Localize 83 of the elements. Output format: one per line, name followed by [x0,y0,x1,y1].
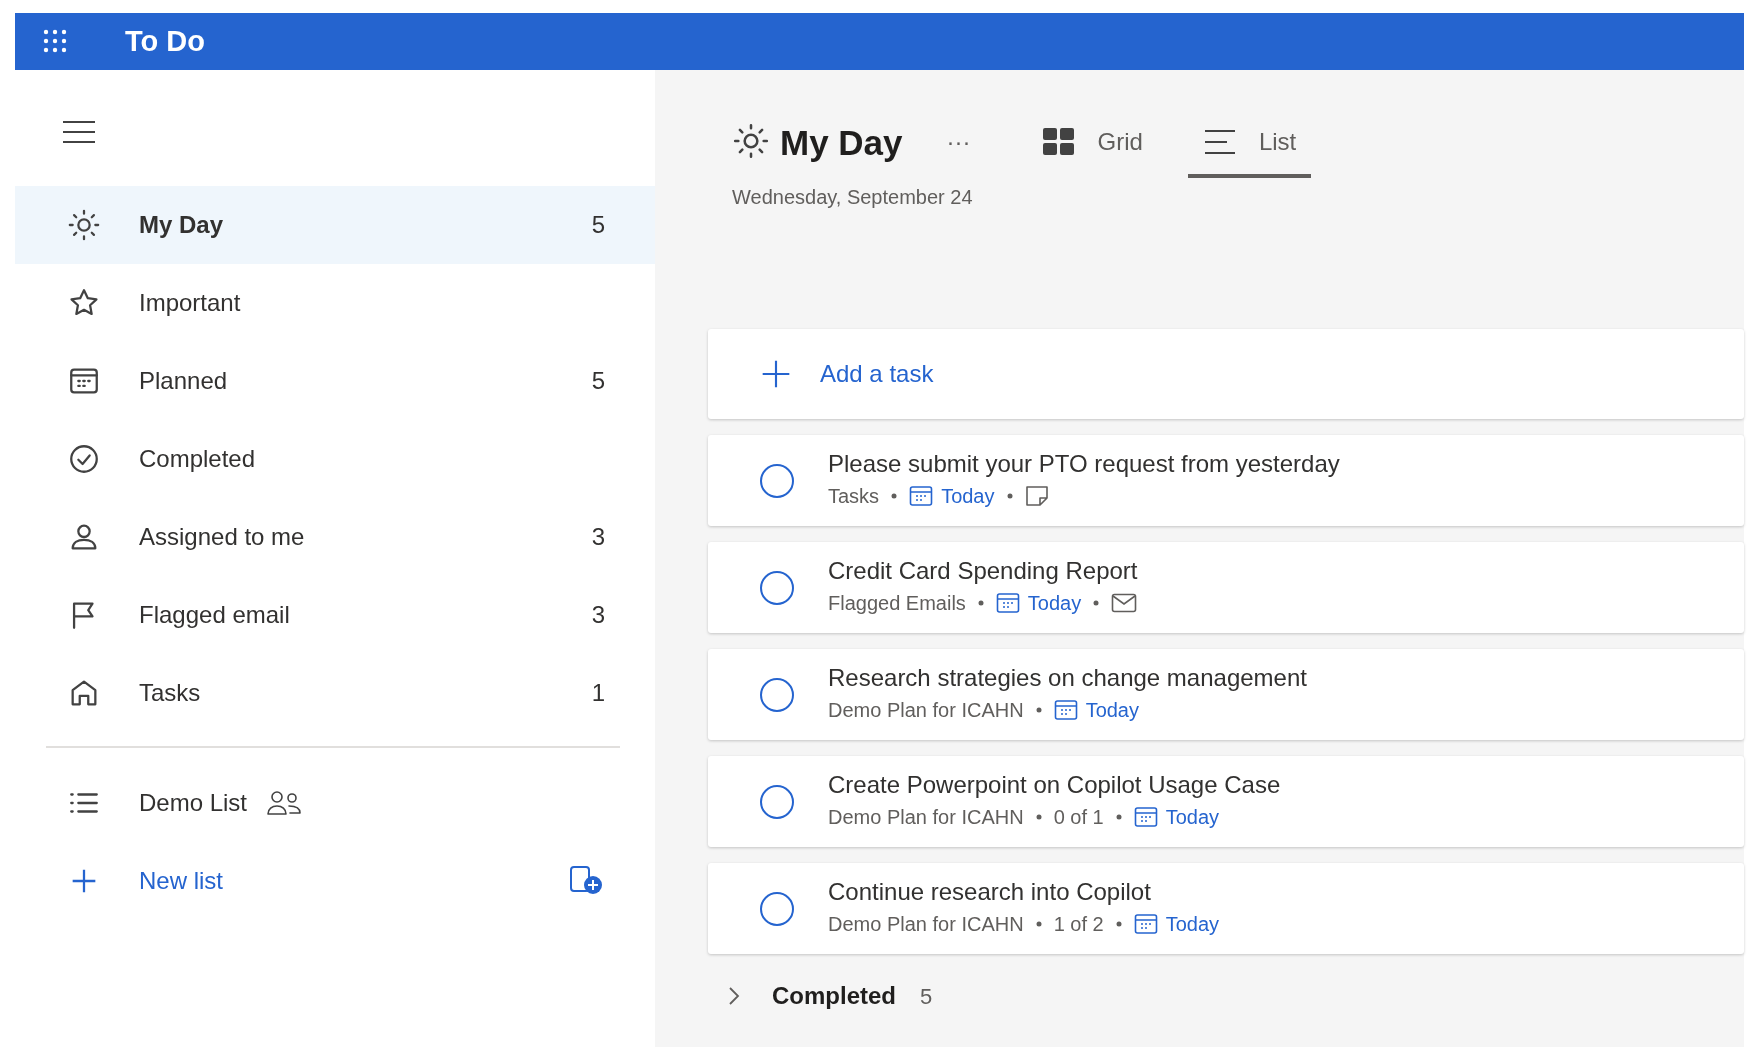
task-meta-text: 1 of 2 [1053,911,1104,937]
sun-icon [732,122,770,160]
due-date: Today [909,480,995,511]
separator-dot [1115,920,1122,927]
task-title: Continue research into Copilot [828,878,1152,907]
sidebar-item-label: Demo List [139,788,248,818]
task-checkbox[interactable] [760,891,794,926]
app-launcher-icon [43,28,69,55]
separator-dot [1035,813,1042,820]
task-checkbox[interactable] [760,677,794,712]
sidebar-item-label: Important [139,288,241,318]
separator-dot [1006,492,1013,499]
calendar-icon [1053,698,1078,721]
section-title: Completed [772,981,896,1011]
task-title: Research strategies on change management [828,664,1307,693]
item-count: 1 [591,678,605,708]
sidebar-item[interactable]: Tasks 1 [15,654,655,732]
sun-icon [67,208,101,242]
list-lines-icon [1202,128,1237,156]
menu-icon [61,118,97,146]
task-card[interactable]: Credit Card Spending Report Flagged Emails Today [708,542,1744,633]
task-meta-text: Demo Plan for ICAHN [828,911,1024,937]
new-group-icon [569,865,605,897]
due-date: Today [1133,801,1220,832]
separator-dot [1035,706,1042,713]
due-date: Today [1133,908,1220,939]
calendar-icon [1133,805,1158,828]
separator-dot [1035,920,1042,927]
task-meta-text: Flagged Emails [828,590,966,616]
add-task-field[interactable]: Add a task [708,329,1744,419]
task-checkbox[interactable] [760,463,794,498]
plus-icon [760,358,792,390]
sidebar-item[interactable]: Demo List [15,764,655,842]
task-card[interactable]: Continue research into Copilot Demo Plan for ICAHN 1 of 2 Today [708,863,1744,954]
sidebar-item-label: My Day [139,210,224,240]
item-count: 3 [591,522,605,552]
task-card[interactable]: Create Powerpoint on Copilot Usage Case Demo Plan for ICAHN 0 of 1 Today [708,756,1744,847]
task-title: Please submit your PTO request from yesterday [828,450,1340,479]
calendar-icon [995,591,1020,614]
due-date: Today [1053,694,1139,725]
sidebar-item-label: Planned [139,366,228,396]
sidebar-item[interactable]: Flagged email 3 [15,576,655,654]
app-title: To Do [125,23,205,59]
separator-dot [1093,599,1100,606]
task-title: Create Powerpoint on Copilot Usage Case [828,771,1281,800]
sidebar-item-label: Assigned to me [139,522,305,552]
more-options-button[interactable]: ··· [940,129,977,160]
item-count: 5 [591,210,605,240]
sidebar-item-label: Completed [139,444,256,474]
sidebar-item[interactable]: Assigned to me 3 [15,498,655,576]
due-date: Today [995,587,1082,618]
sidebar-item[interactable]: Important [15,264,655,342]
task-checkbox[interactable] [760,784,794,819]
page-title: My Day [780,125,903,160]
mail-icon [1111,592,1138,613]
sidebar-item-label: Tasks [139,678,201,708]
new-list-button[interactable]: New list [15,842,655,920]
item-count: 3 [591,600,605,630]
view-tab[interactable]: Grid [1026,124,1158,178]
item-count: 5 [591,366,605,396]
date-text: Wednesday, September 24 [732,185,974,210]
grid-icon [1041,127,1076,157]
item-count: 5 [920,982,933,1011]
separator-dot [977,599,984,606]
separator-dot [891,492,898,499]
sidebar-item[interactable]: Planned 5 [15,342,655,420]
task-checkbox[interactable] [760,570,794,605]
task-card[interactable]: Research strategies on change management Demo Plan for ICAHN Today [708,649,1744,740]
task-meta-text: Demo Plan for ICAHN [828,697,1024,723]
sidebar-item[interactable]: Completed [15,420,655,498]
calendar-icon [1133,912,1158,935]
check-circle-icon [67,442,101,476]
sidebar-item[interactable]: My Day 5 [15,186,655,264]
view-tab[interactable]: List [1187,124,1312,178]
task-meta-text: Tasks [828,483,880,509]
task-meta-text: 0 of 1 [1053,804,1104,830]
sidebar-item-label: Flagged email [139,600,290,630]
calendar-icon [909,484,934,507]
note-icon [1024,484,1049,507]
task-title: Credit Card Spending Report [828,557,1138,586]
task-card[interactable]: Please submit your PTO request from yesterday Tasks Today [708,435,1744,526]
separator-dot [1115,813,1122,820]
task-meta-text: Demo Plan for ICAHN [828,804,1024,830]
